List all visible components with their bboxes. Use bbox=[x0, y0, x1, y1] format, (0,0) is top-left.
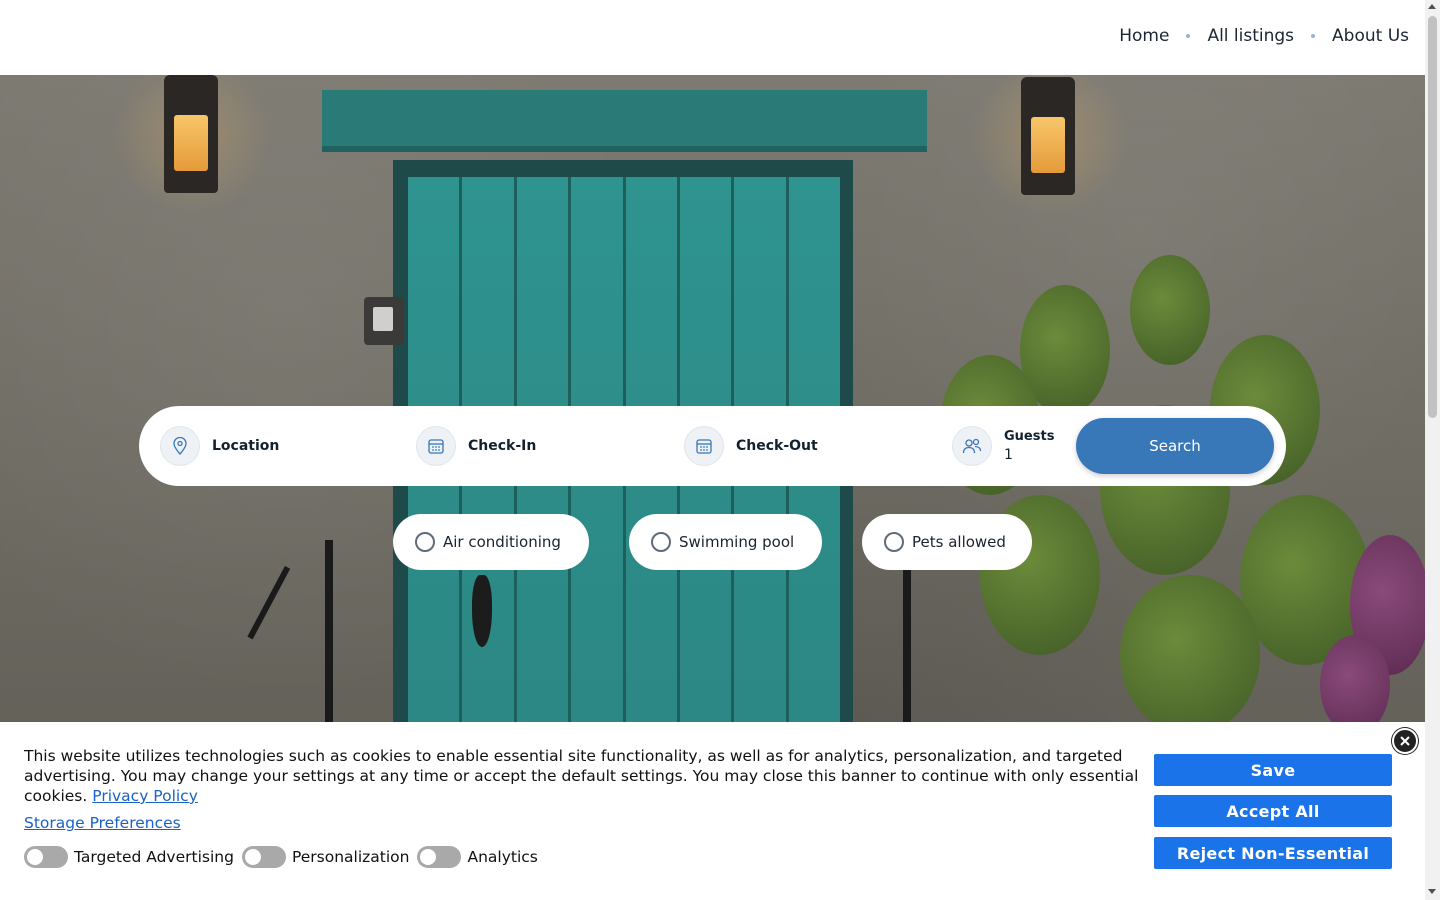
amenity-swimming-pool[interactable]: Swimming pool bbox=[629, 514, 822, 570]
nav-separator bbox=[1311, 34, 1316, 38]
wall-lamp-right bbox=[1021, 77, 1075, 195]
accept-all-button[interactable]: Accept All bbox=[1154, 795, 1392, 827]
guests-field[interactable]: Guests 1 bbox=[952, 406, 1072, 486]
checkout-field[interactable]: Check-Out bbox=[684, 406, 934, 486]
radio-button[interactable] bbox=[415, 532, 435, 552]
intercom bbox=[364, 297, 404, 345]
users-icon bbox=[952, 426, 992, 466]
cactus bbox=[1130, 255, 1210, 365]
location-label: Location bbox=[212, 438, 280, 454]
guests-label: Guests bbox=[1004, 429, 1055, 444]
cookie-banner: This website utilizes technologies such … bbox=[0, 722, 1425, 900]
amenity-label: Pets allowed bbox=[912, 533, 1006, 551]
cookie-message: This website utilizes technologies such … bbox=[24, 746, 1144, 806]
door-lintel bbox=[322, 90, 927, 152]
checkin-label: Check-In bbox=[468, 438, 537, 454]
calendar-icon bbox=[684, 426, 724, 466]
location-field[interactable]: Location bbox=[160, 406, 400, 486]
wall-lamp-left bbox=[164, 75, 218, 193]
scroll-down-icon[interactable] bbox=[1428, 889, 1436, 894]
amenity-label: Swimming pool bbox=[679, 533, 795, 551]
cookie-toggles: Targeted Advertising Personalization Ana… bbox=[24, 846, 546, 868]
cactus bbox=[1120, 575, 1260, 735]
amenity-air-conditioning[interactable]: Air conditioning bbox=[393, 514, 589, 570]
nav-all-listings[interactable]: All listings bbox=[1207, 26, 1294, 46]
toggle-label: Analytics bbox=[467, 848, 538, 866]
save-button[interactable]: Save bbox=[1154, 754, 1392, 786]
scrollbar-thumb[interactable] bbox=[1428, 16, 1437, 418]
nav-about-us[interactable]: About Us bbox=[1332, 26, 1409, 46]
amenity-pets-allowed[interactable]: Pets allowed bbox=[862, 514, 1032, 570]
door-handle bbox=[472, 575, 492, 647]
checkin-field[interactable]: Check-In bbox=[416, 406, 666, 486]
nav-separator bbox=[1186, 34, 1191, 38]
toggle-label: Personalization bbox=[291, 848, 410, 866]
calendar-icon bbox=[416, 426, 456, 466]
amenity-label: Air conditioning bbox=[443, 533, 561, 551]
privacy-policy-link[interactable]: Privacy Policy bbox=[92, 787, 198, 805]
radio-button[interactable] bbox=[651, 532, 671, 552]
search-button[interactable]: Search bbox=[1076, 418, 1274, 474]
scroll-up-icon[interactable] bbox=[1428, 4, 1436, 9]
radio-button[interactable] bbox=[884, 532, 904, 552]
targeted-advertising-toggle[interactable] bbox=[24, 846, 68, 868]
site-header: Home All listings About Us bbox=[0, 0, 1425, 75]
analytics-toggle[interactable] bbox=[417, 846, 462, 868]
scrollbar[interactable] bbox=[1425, 0, 1440, 900]
checkout-label: Check-Out bbox=[736, 438, 818, 454]
personalization-toggle[interactable] bbox=[241, 846, 286, 868]
reject-non-essential-button[interactable]: Reject Non-Essential bbox=[1154, 837, 1392, 869]
close-icon[interactable] bbox=[1392, 728, 1418, 754]
purple-cactus bbox=[1320, 635, 1390, 735]
storage-preferences-link[interactable]: Storage Preferences bbox=[24, 814, 181, 832]
map-pin-icon bbox=[160, 426, 200, 466]
stair-railing bbox=[325, 540, 333, 750]
toggle-label: Targeted Advertising bbox=[74, 848, 234, 866]
main-nav: Home All listings About Us bbox=[1119, 26, 1409, 46]
guests-value: 1 bbox=[1004, 447, 1013, 463]
nav-home[interactable]: Home bbox=[1119, 26, 1169, 46]
